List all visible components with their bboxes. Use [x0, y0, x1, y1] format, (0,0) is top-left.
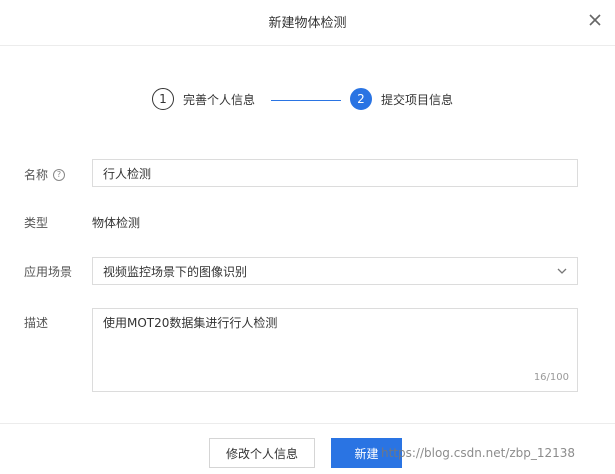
dialog-header: 新建物体检测	[0, 0, 615, 46]
step-1: 1 完善个人信息	[152, 88, 255, 110]
dialog-title: 新建物体检测	[268, 16, 347, 31]
type-value: 物体检测	[92, 216, 141, 230]
step-connector	[271, 100, 341, 101]
description-value: 使用MOT20数据集进行行人检测	[103, 316, 278, 330]
step-1-number: 1	[152, 88, 174, 110]
question-circle-icon[interactable]: ?	[53, 168, 66, 181]
close-icon	[589, 14, 601, 26]
name-input-value: 行人检测	[103, 166, 152, 181]
description-label-row: 描述	[24, 314, 48, 331]
chevron-down-icon	[557, 268, 567, 274]
close-button[interactable]	[587, 12, 603, 28]
type-label-row: 类型	[24, 214, 48, 231]
description-textarea[interactable]: 使用MOT20数据集进行行人检测 16/100	[92, 308, 578, 392]
new-object-detection-dialog: 新建物体检测 1 完善个人信息 2 提交项目信息 名称 ? 行人检测 类型 物体…	[0, 0, 615, 474]
name-label-row: 名称 ?	[24, 166, 66, 183]
watermark-text: https://blog.csdn.net/zbp_12138	[381, 446, 576, 460]
step-2-number: 2	[350, 88, 372, 110]
scenario-select[interactable]: 视频监控场景下的图像识别	[92, 257, 578, 285]
scenario-label: 应用场景	[24, 265, 73, 279]
character-counter: 16/100	[533, 372, 569, 383]
description-label: 描述	[24, 316, 49, 330]
scenario-select-value: 视频监控场景下的图像识别	[103, 264, 248, 279]
type-label: 类型	[24, 216, 49, 230]
step-2: 2 提交项目信息	[350, 88, 453, 110]
step-2-label: 提交项目信息	[381, 92, 454, 107]
scenario-label-row: 应用场景	[24, 263, 72, 280]
name-input[interactable]: 行人检测	[92, 159, 578, 187]
edit-personal-info-button[interactable]: 修改个人信息	[209, 438, 315, 468]
name-label: 名称	[24, 168, 49, 182]
step-1-label: 完善个人信息	[183, 92, 256, 107]
